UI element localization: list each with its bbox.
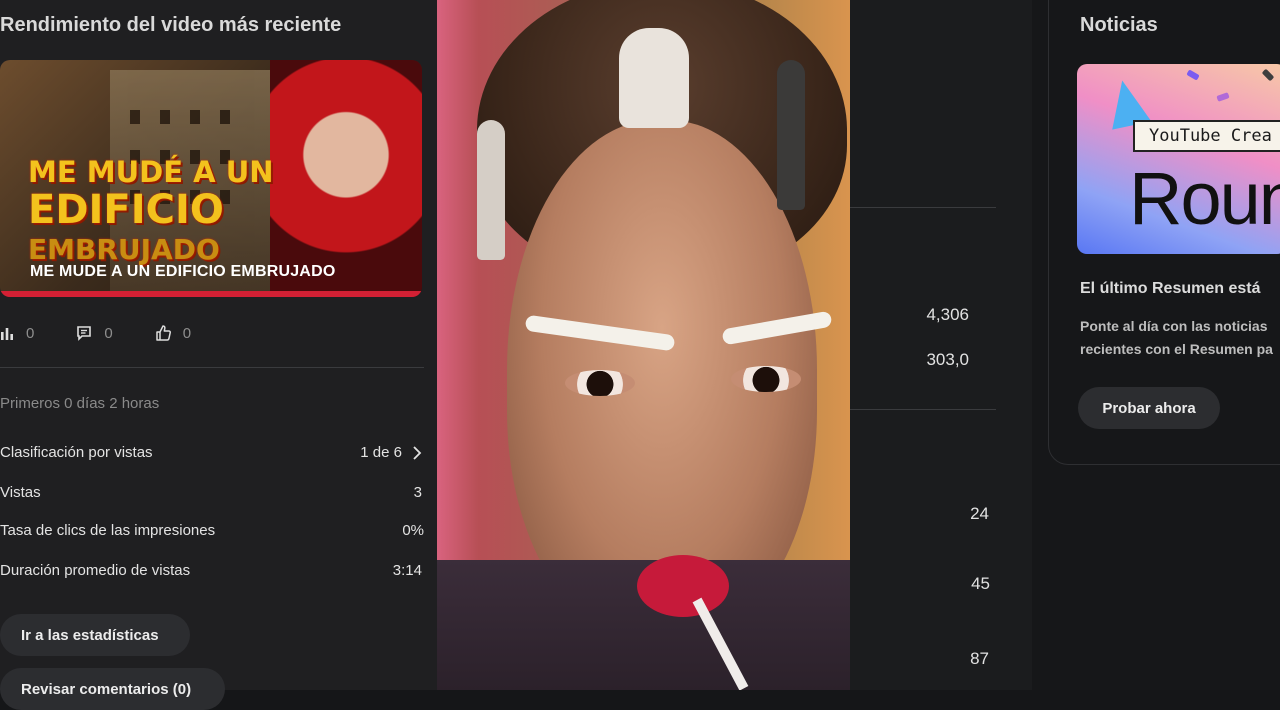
video-title-overlay: ME MUDE A UN EDIFICIO EMBRUJADO [30,263,336,280]
views-count: 0 [26,324,35,342]
metric-label: Vistas [0,484,41,501]
channel-analytics-card: 4,306 303,0 24 45 87 [850,0,1032,690]
chevron-right-icon[interactable] [412,445,422,460]
metric-value: 0% [402,522,424,539]
news-body: Ponte al día con las noticias recientes … [1080,318,1273,357]
video-stats-row: 0 0 0 [0,322,233,344]
person-photo [437,0,850,690]
overlay-photo [437,0,850,690]
comments-stat: 0 [76,324,113,342]
divider [0,367,424,368]
thumbnail-progress-bar [0,291,422,297]
thumbnail-text-line3: EMBRUJADO [28,233,220,266]
news-banner-image[interactable]: YouTube Crea Roun [1077,64,1280,254]
photo-lollipop [637,555,729,617]
comment-icon [77,326,92,341]
latest-video-title: Rendimiento del video más reciente [0,14,342,36]
views-stat: 0 [0,325,34,342]
divider [850,207,996,208]
analytics-value: 4,306 [926,305,969,324]
analytics-value: 24 [970,504,989,523]
comments-count: 0 [104,324,113,342]
review-comments-button[interactable]: Revisar comentarios (0) [0,668,225,710]
confetti-icon [1261,68,1275,82]
analytics-value: 45 [971,574,990,593]
thumbs-up-icon [155,325,171,341]
thumbnail-person [270,60,422,297]
news-title: Noticias [1080,14,1158,36]
period-label: Primeros 0 días 2 horas [0,395,160,412]
try-now-button[interactable]: Probar ahora [1078,387,1220,429]
photo-eye [565,370,635,396]
analytics-value: 87 [970,649,989,668]
latest-video-card: Rendimiento del video más reciente ME MU… [0,0,437,710]
metric-value: 3:14 [392,562,422,579]
metric-row-ranking[interactable]: Clasificación por vistas 1 de 6 [0,444,424,461]
metric-row-avg-duration: Duración promedio de vistas 3:14 [0,562,422,579]
metric-row-ctr: Tasa de clics de las impresiones 0% [0,522,424,539]
photo-hair-clip [777,60,805,210]
metric-label: Duración promedio de vistas [0,562,191,579]
banner-tag: YouTube Crea [1133,120,1280,152]
news-headline: El último Resumen está [1080,280,1261,297]
analytics-value: 303,0 [926,350,969,369]
video-thumbnail[interactable]: ME MUDÉ A UN EDIFICIO EMBRUJADO ME MUDE … [0,60,422,297]
photo-hair-clip [477,120,505,260]
photo-eye [731,366,801,392]
thumbnail-text-line2: EDIFICIO [28,187,224,233]
photo-hair-clip [619,28,689,128]
confetti-icon [1186,69,1200,81]
metric-row-views: Vistas 3 [0,484,422,501]
metric-label: Tasa de clics de las impresiones [0,522,216,539]
likes-stat: 0 [155,325,191,342]
bar-chart-icon [1,328,13,340]
go-to-analytics-button[interactable]: Ir a las estadísticas [0,614,190,656]
metric-value: 1 de 6 [360,444,402,461]
divider [850,409,996,410]
likes-count: 0 [182,324,192,342]
confetti-icon [1216,92,1230,102]
banner-big-text: Roun [1129,157,1280,240]
metric-label: Clasificación por vistas [0,444,153,461]
thumbnail-text-line1: ME MUDÉ A UN [28,155,274,189]
metric-value: 3 [413,484,422,501]
